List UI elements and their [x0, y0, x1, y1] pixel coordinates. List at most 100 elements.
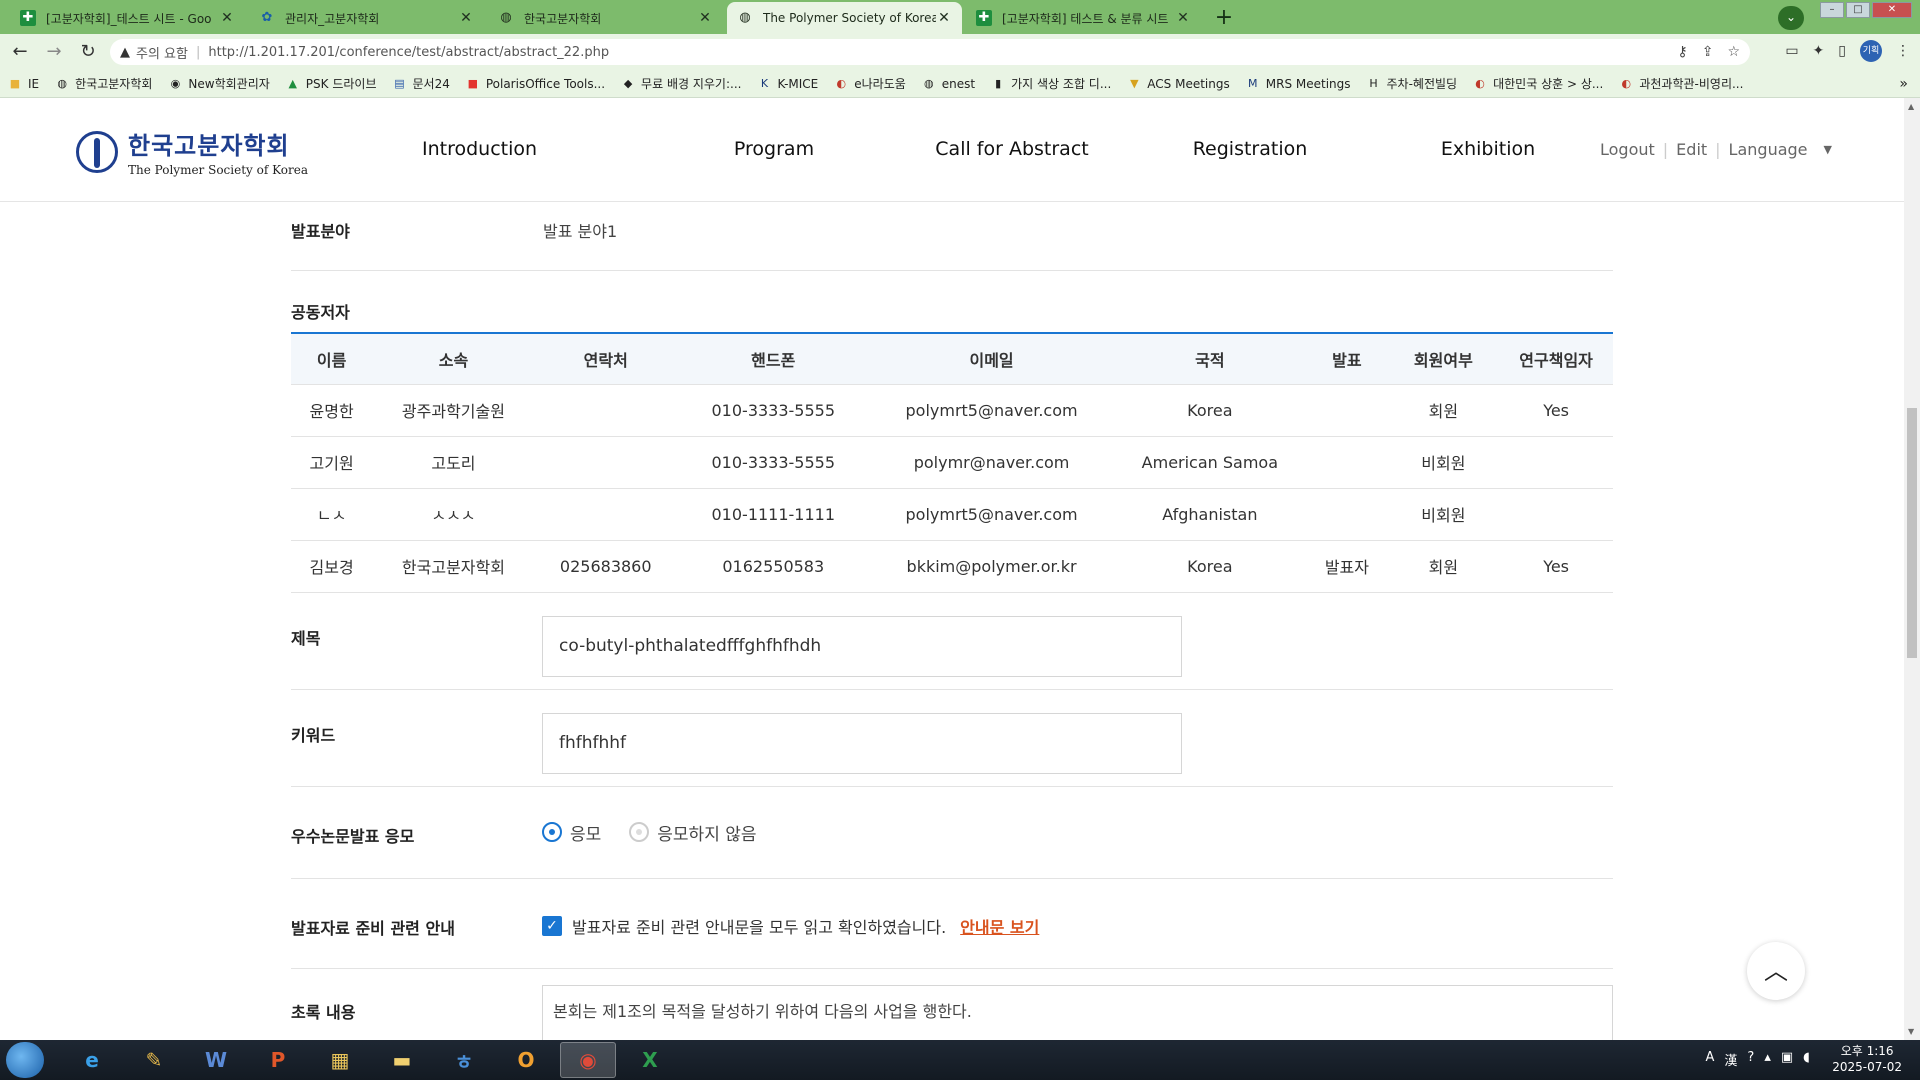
nav-call-for-abstract[interactable]: Call for Abstract	[893, 138, 1131, 160]
tab-title: 관리자_고분자학회	[285, 11, 380, 26]
bookmark-item[interactable]: M MRS Meetings	[1246, 77, 1351, 91]
close-icon[interactable]: ✕	[458, 10, 474, 26]
site-logo[interactable]: 한국고분자학회 The Polymer Society of Korea	[76, 126, 308, 177]
network-icon[interactable]: ▣	[1781, 1050, 1793, 1069]
bookmark-item[interactable]: ◆ 무료 배경 지우기:...	[621, 75, 742, 92]
forward-arrow-icon[interactable]: →	[40, 38, 68, 66]
edit-link[interactable]: Edit	[1676, 140, 1707, 159]
nav-introduction[interactable]: Introduction	[420, 138, 655, 160]
award-decline-option[interactable]: 응모하지 않음	[629, 820, 757, 845]
nav-exhibition[interactable]: Exhibition	[1369, 138, 1607, 160]
bookmark-item[interactable]: ▼ ACS Meetings	[1127, 77, 1230, 91]
sidepanel-icon[interactable]: ▯	[1838, 43, 1846, 59]
hanja-icon[interactable]: 漢	[1724, 1050, 1737, 1069]
extensions-icon[interactable]: ✦	[1813, 43, 1825, 59]
chrome-icon[interactable]: ◉	[560, 1042, 616, 1078]
nav-registration[interactable]: Registration	[1131, 138, 1369, 160]
url-text[interactable]: http://1.201.17.201/conference/test/abst…	[208, 45, 609, 60]
maximize-icon[interactable]: □	[1846, 2, 1870, 18]
tab-search-button[interactable]: ⌄	[1778, 6, 1804, 30]
browser-tab[interactable]: ◍ 한국고분자학회 ✕	[488, 2, 723, 34]
close-icon[interactable]: ✕	[1175, 10, 1191, 26]
bookmark-item[interactable]: ▮ 가지 색상 조합 디...	[991, 75, 1111, 92]
powerpoint-icon[interactable]: P	[250, 1042, 306, 1078]
word-icon[interactable]: W	[188, 1042, 244, 1078]
close-window-icon[interactable]: ✕	[1872, 2, 1912, 18]
bookmarks-overflow-icon[interactable]: »	[1899, 76, 1908, 92]
abstract-editor[interactable]: 본회는 제1조의 목적을 달성하기 위하여 다음의 사업을 행한다.	[542, 984, 1613, 1040]
excel-icon[interactable]: X	[622, 1042, 678, 1078]
paint-icon[interactable]: ✎	[126, 1042, 182, 1078]
scroll-up-icon[interactable]: ▲	[1908, 102, 1914, 111]
outlook-icon[interactable]: O	[498, 1042, 554, 1078]
table-cell: Afghanistan	[1113, 488, 1307, 541]
bookmark-item[interactable]: ■ IE	[8, 77, 39, 91]
award-apply-option[interactable]: 응모	[542, 820, 601, 845]
bookmark-item[interactable]: ◍ 한국고분자학회	[55, 75, 152, 92]
menu-dots-icon[interactable]: ⋮	[1896, 43, 1910, 59]
close-icon[interactable]: ✕	[697, 10, 713, 26]
volume-icon[interactable]: ◖	[1803, 1050, 1810, 1069]
checkbox-checked-icon[interactable]: ✓	[542, 915, 562, 936]
utility-menu: Logout | Edit | Language ▼	[1600, 140, 1832, 159]
back-arrow-icon[interactable]: ←	[6, 38, 34, 66]
tray-expand-icon[interactable]: ▴	[1764, 1050, 1771, 1069]
nav-program[interactable]: Program	[655, 138, 893, 160]
close-icon[interactable]: ✕	[936, 10, 952, 26]
bookmark-item[interactable]: ◍ enest	[922, 77, 975, 91]
scrollbar-thumb[interactable]	[1907, 408, 1917, 658]
scroll-to-top-button[interactable]: ︿	[1747, 942, 1805, 1000]
minimize-icon[interactable]: –	[1820, 2, 1844, 18]
bookmark-item[interactable]: ▤ 문서24	[392, 75, 450, 92]
folder-icon[interactable]: ▬	[374, 1042, 430, 1078]
title-input[interactable]: co-butyl-phthalatedfffghfhfhdh	[542, 615, 1182, 677]
keyword-input[interactable]: fhfhfhhf	[542, 712, 1182, 774]
browser-tab[interactable]: ✚ [고분자학회] 테스트 & 분류 시트 ✕	[966, 2, 1201, 34]
profile-avatar[interactable]: 기획	[1860, 40, 1882, 62]
bookmark-item[interactable]: ■ PolarisOffice Tools...	[466, 77, 605, 91]
new-tab-button[interactable]: +	[1210, 4, 1238, 32]
browser-tab-active[interactable]: ◍ The Polymer Society of Korea ✕	[727, 2, 962, 34]
hwp-icon[interactable]: ㅎ	[436, 1042, 492, 1078]
browser-tab[interactable]: ✿ 관리자_고분자학회 ✕	[249, 2, 484, 34]
bookmark-item[interactable]: H 주차-혜전빌딩	[1367, 75, 1458, 92]
presentation-field-row: 발표분야 발표 분야1	[291, 202, 1613, 271]
bookmark-item[interactable]: ◐ 과천과학관-비영리...	[1619, 75, 1744, 92]
view-guide-link[interactable]: 안내문 보기	[960, 914, 1039, 938]
bookmark-item[interactable]: ▲ PSK 드라이브	[286, 75, 377, 92]
security-label[interactable]: 주의 요함	[136, 43, 188, 62]
logout-link[interactable]: Logout	[1600, 140, 1655, 159]
language-select[interactable]: Language	[1729, 140, 1808, 159]
ie-icon[interactable]: e	[64, 1042, 120, 1078]
bookmark-label: 주차-혜전빌딩	[1386, 77, 1458, 91]
table-cell	[534, 384, 677, 437]
share-icon[interactable]: ⇪	[1702, 44, 1714, 60]
chevron-down-icon[interactable]: ▼	[1824, 143, 1832, 156]
reload-icon[interactable]: ↻	[74, 38, 102, 66]
polaris-icon: ■	[467, 76, 479, 90]
bookmark-item[interactable]: ◐ e나라도움	[834, 75, 905, 92]
bookmark-item[interactable]: ◉ New학회관리자	[168, 75, 270, 92]
taskbar-clock[interactable]: 오후 1:16 2025-07-02	[1832, 1043, 1902, 1075]
close-icon[interactable]: ✕	[219, 10, 235, 26]
radio-selected-icon[interactable]	[542, 822, 562, 842]
bookmark-item[interactable]: ◐ 대한민국 상훈 > 상...	[1473, 75, 1603, 92]
explorer-icon[interactable]: ▦	[312, 1042, 368, 1078]
star-icon[interactable]: ☆	[1727, 44, 1740, 60]
ime-icon[interactable]: A	[1705, 1050, 1714, 1069]
scroll-down-icon[interactable]: ▼	[1908, 1027, 1914, 1036]
window-controls: – □ ✕	[1820, 2, 1912, 18]
radio-unselected-icon[interactable]	[629, 822, 650, 842]
bookmark-label: 무료 배경 지우기:...	[641, 77, 742, 91]
table-cell: 발표자	[1306, 540, 1388, 593]
cast-icon[interactable]: ▭	[1785, 43, 1798, 59]
browser-tab[interactable]: ✚ [고분자학회]_테스트 시트 - Goo ✕	[10, 2, 245, 34]
warning-icon[interactable]: ▲	[120, 45, 130, 60]
address-bar[interactable]: ▲ 주의 요함 | http://1.201.17.201/conference…	[110, 39, 1750, 65]
table-cell: 비회원	[1387, 436, 1500, 489]
start-button[interactable]	[6, 1042, 44, 1078]
key-icon[interactable]: ⚷	[1677, 44, 1687, 60]
page-scrollbar[interactable]: ▲ ▼	[1904, 98, 1920, 1040]
bookmark-item[interactable]: K K-MICE	[757, 77, 818, 91]
help-icon[interactable]: ?	[1747, 1050, 1754, 1069]
